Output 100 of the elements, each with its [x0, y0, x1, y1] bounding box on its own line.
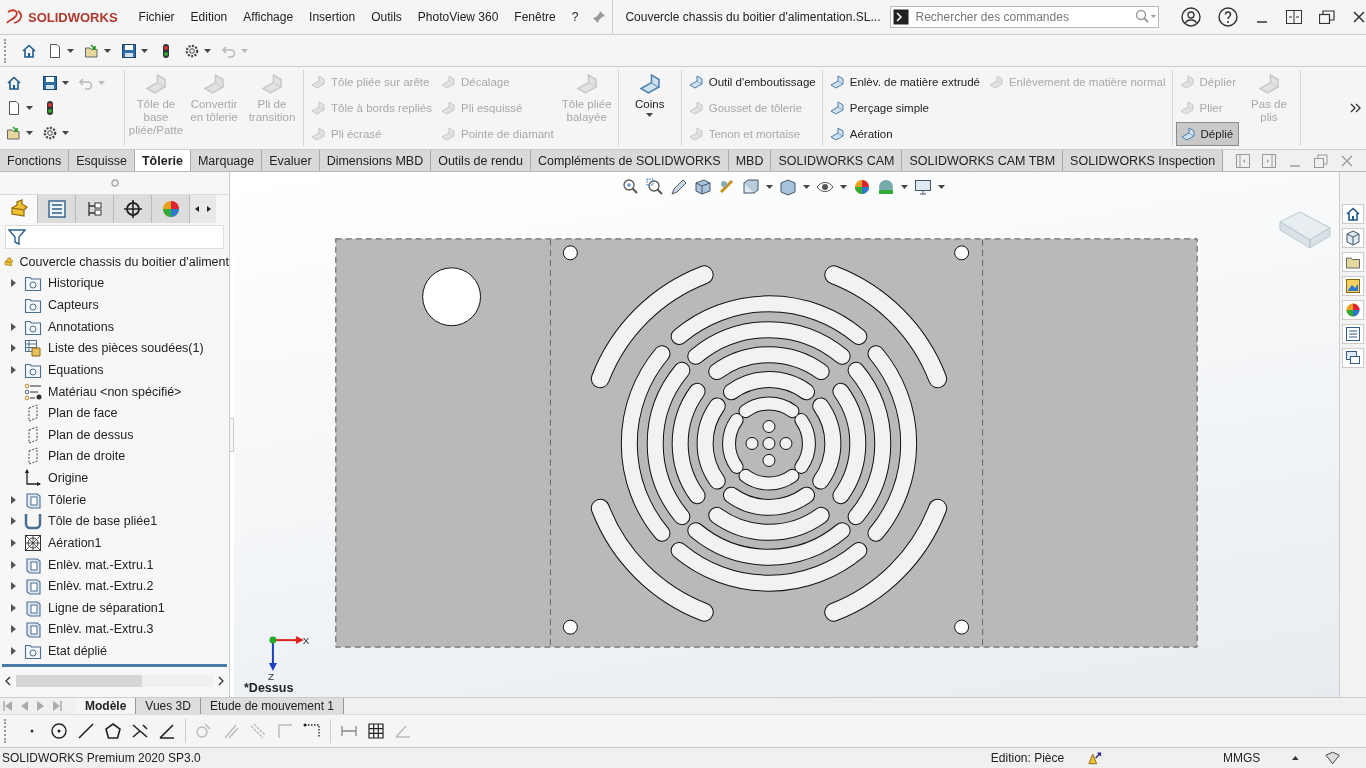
tree-item[interactable]: Couvercle chassis du boitier d'aliment	[19, 254, 229, 269]
menu-item[interactable]: Affichage	[235, 10, 302, 24]
monitor-icon[interactable]	[914, 178, 932, 196]
expand-arrow-icon[interactable]	[8, 494, 18, 505]
ribbon-tab[interactable]: Marquage	[190, 150, 263, 171]
ribbon-tab[interactable]: SOLIDWORKS CAM	[771, 150, 903, 171]
tree-item[interactable]: Enlèv. mat.-Extru.2	[48, 579, 154, 594]
appearance-icon[interactable]	[853, 178, 871, 196]
ribbon-tab[interactable]: Dimensions MBD	[319, 150, 432, 171]
expand-arrow-icon[interactable]	[8, 364, 18, 375]
circle-icon[interactable]	[50, 722, 68, 740]
tree-item[interactable]: Liste des pièces soudées(1)	[48, 341, 204, 356]
ribbon-tab[interactable]: Fonctions	[0, 150, 70, 171]
menu-item[interactable]: Edition	[182, 10, 236, 24]
panel-tab[interactable]	[76, 195, 114, 223]
panel-splitter-handle[interactable]	[230, 417, 234, 452]
tree-item[interactable]: Annotations	[48, 319, 115, 334]
expand-arrow-icon[interactable]	[8, 624, 18, 635]
restore-icon[interactable]	[1319, 10, 1335, 24]
rebuild-status-icon[interactable]	[1086, 750, 1102, 766]
ribbon-button[interactable]: Enlèv. de matière extrudé	[825, 70, 983, 94]
expand-arrow-icon[interactable]	[8, 343, 18, 354]
expand-arrow-icon[interactable]	[8, 516, 18, 527]
pencil-icon[interactable]	[670, 178, 688, 196]
tree-item[interactable]: Ligne de séparation1	[48, 600, 165, 615]
expand-arrow-icon[interactable]	[8, 537, 18, 548]
search-bar[interactable]: Rechercher des commandes	[890, 6, 1159, 28]
search-icon[interactable]	[1134, 9, 1156, 25]
tree-item[interactable]: Plan de face	[48, 406, 118, 421]
ribbon-tab[interactable]: SOLIDWORKS Inspection	[1063, 150, 1224, 171]
task-pane-tab[interactable]	[1342, 300, 1364, 320]
tree-item[interactable]: Tôlerie	[48, 492, 87, 507]
grid-icon[interactable]	[367, 722, 385, 740]
ribbon-tab[interactable]: Esquisse	[69, 150, 135, 171]
view-tab[interactable]: Etude de mouvement 1	[200, 698, 344, 714]
expand-arrow-icon[interactable]	[8, 581, 18, 592]
expand-arrow-icon[interactable]	[8, 646, 18, 657]
panel-tab[interactable]	[114, 195, 152, 223]
view-tab[interactable]: Vues 3D	[136, 698, 201, 714]
menu-item[interactable]: ?	[563, 10, 587, 24]
tooltip-icon[interactable]	[1324, 751, 1340, 765]
task-pane-tab[interactable]	[1342, 276, 1364, 296]
ribbon-button[interactable]: Outil d'emboutissage	[684, 70, 819, 94]
grip-icon[interactable]	[110, 179, 119, 187]
ribbon-button[interactable]: Déplié	[1175, 122, 1239, 146]
menu-item[interactable]: Fichier	[130, 10, 183, 24]
scrollbar-thumb[interactable]	[16, 675, 143, 687]
tree-item[interactable]: Matériau <non spécifié>	[48, 384, 182, 399]
tree-item[interactable]: Etat déplié	[48, 644, 108, 659]
tree-item[interactable]: Enlèv. mat.-Extru.1	[48, 557, 154, 572]
trim-icon[interactable]	[131, 722, 149, 740]
zoom-to-fit-icon[interactable]	[622, 178, 640, 196]
task-pane-tab[interactable]	[1342, 228, 1364, 248]
scroll-right-icon[interactable]	[217, 676, 225, 686]
chevron-icon[interactable]	[1350, 103, 1362, 113]
view-orientation-icon[interactable]	[742, 178, 760, 196]
tree-item[interactable]: Tôle de base pliée1	[48, 514, 158, 529]
view-tab[interactable]: Modèle	[76, 698, 137, 714]
pin-icon[interactable]	[592, 10, 607, 24]
expand-arrow-icon[interactable]	[8, 321, 18, 332]
task-pane-tab[interactable]	[1342, 204, 1364, 224]
filter-field[interactable]	[5, 225, 224, 249]
tree-item[interactable]: Aération1	[48, 535, 102, 550]
tree-item[interactable]: Origine	[48, 471, 89, 486]
ribbon-button[interactable]: Perçage simple	[825, 96, 983, 120]
task-pane-tab[interactable]	[1342, 324, 1364, 344]
search-field[interactable]: Rechercher des commandes	[913, 9, 1130, 25]
user-icon[interactable]	[1181, 7, 1201, 27]
ribbon-tab[interactable]: Evaluer	[262, 150, 320, 171]
angled-lines-icon[interactable]	[158, 722, 176, 740]
ribbon-tab[interactable]: MBD	[728, 150, 772, 171]
zoom-area-icon[interactable]	[646, 178, 664, 196]
dotted-path-icon[interactable]	[303, 722, 321, 740]
help-icon[interactable]	[1218, 7, 1238, 27]
ribbon-tab[interactable]: SOLIDWORKS CAM TBM	[902, 150, 1064, 171]
caret-up-icon[interactable]	[1291, 756, 1299, 760]
task-pane-tab[interactable]	[1342, 348, 1364, 368]
line-icon[interactable]	[77, 722, 95, 740]
expand-arrow-icon[interactable]	[8, 602, 18, 613]
tree-item[interactable]: Enlèv. mat.-Extru.3	[48, 622, 154, 637]
tree-item[interactable]: Historique	[48, 276, 105, 291]
menu-item[interactable]: Outils	[363, 10, 410, 24]
menu-item[interactable]: Insertion	[301, 10, 364, 24]
ribbon-button[interactable]: Coins	[621, 70, 678, 146]
expand-arrow-icon[interactable]	[8, 278, 18, 289]
ribbon-button[interactable]: Aération	[825, 122, 983, 146]
section-view-icon[interactable]	[694, 178, 712, 196]
units-selector[interactable]: MMGS	[1222, 751, 1292, 765]
tree-item[interactable]: Plan de droite	[48, 449, 126, 464]
ribbon-tab[interactable]: Outils de rendu	[431, 150, 531, 171]
tree-item[interactable]: Capteurs	[48, 298, 99, 313]
ribbon-tab[interactable]: Tôlerie	[134, 150, 191, 171]
task-pane-tab[interactable]	[1342, 252, 1364, 272]
polygon-icon[interactable]	[104, 722, 122, 740]
tile-right-icon[interactable]	[1262, 153, 1276, 168]
menu-item[interactable]: PhotoView 360	[409, 10, 507, 24]
menu-item[interactable]: Fenêtre	[506, 10, 564, 24]
tile-left-icon[interactable]	[1236, 153, 1250, 168]
tree-item[interactable]: Plan de dessus	[48, 427, 134, 442]
scroll-left-icon[interactable]	[4, 676, 12, 686]
